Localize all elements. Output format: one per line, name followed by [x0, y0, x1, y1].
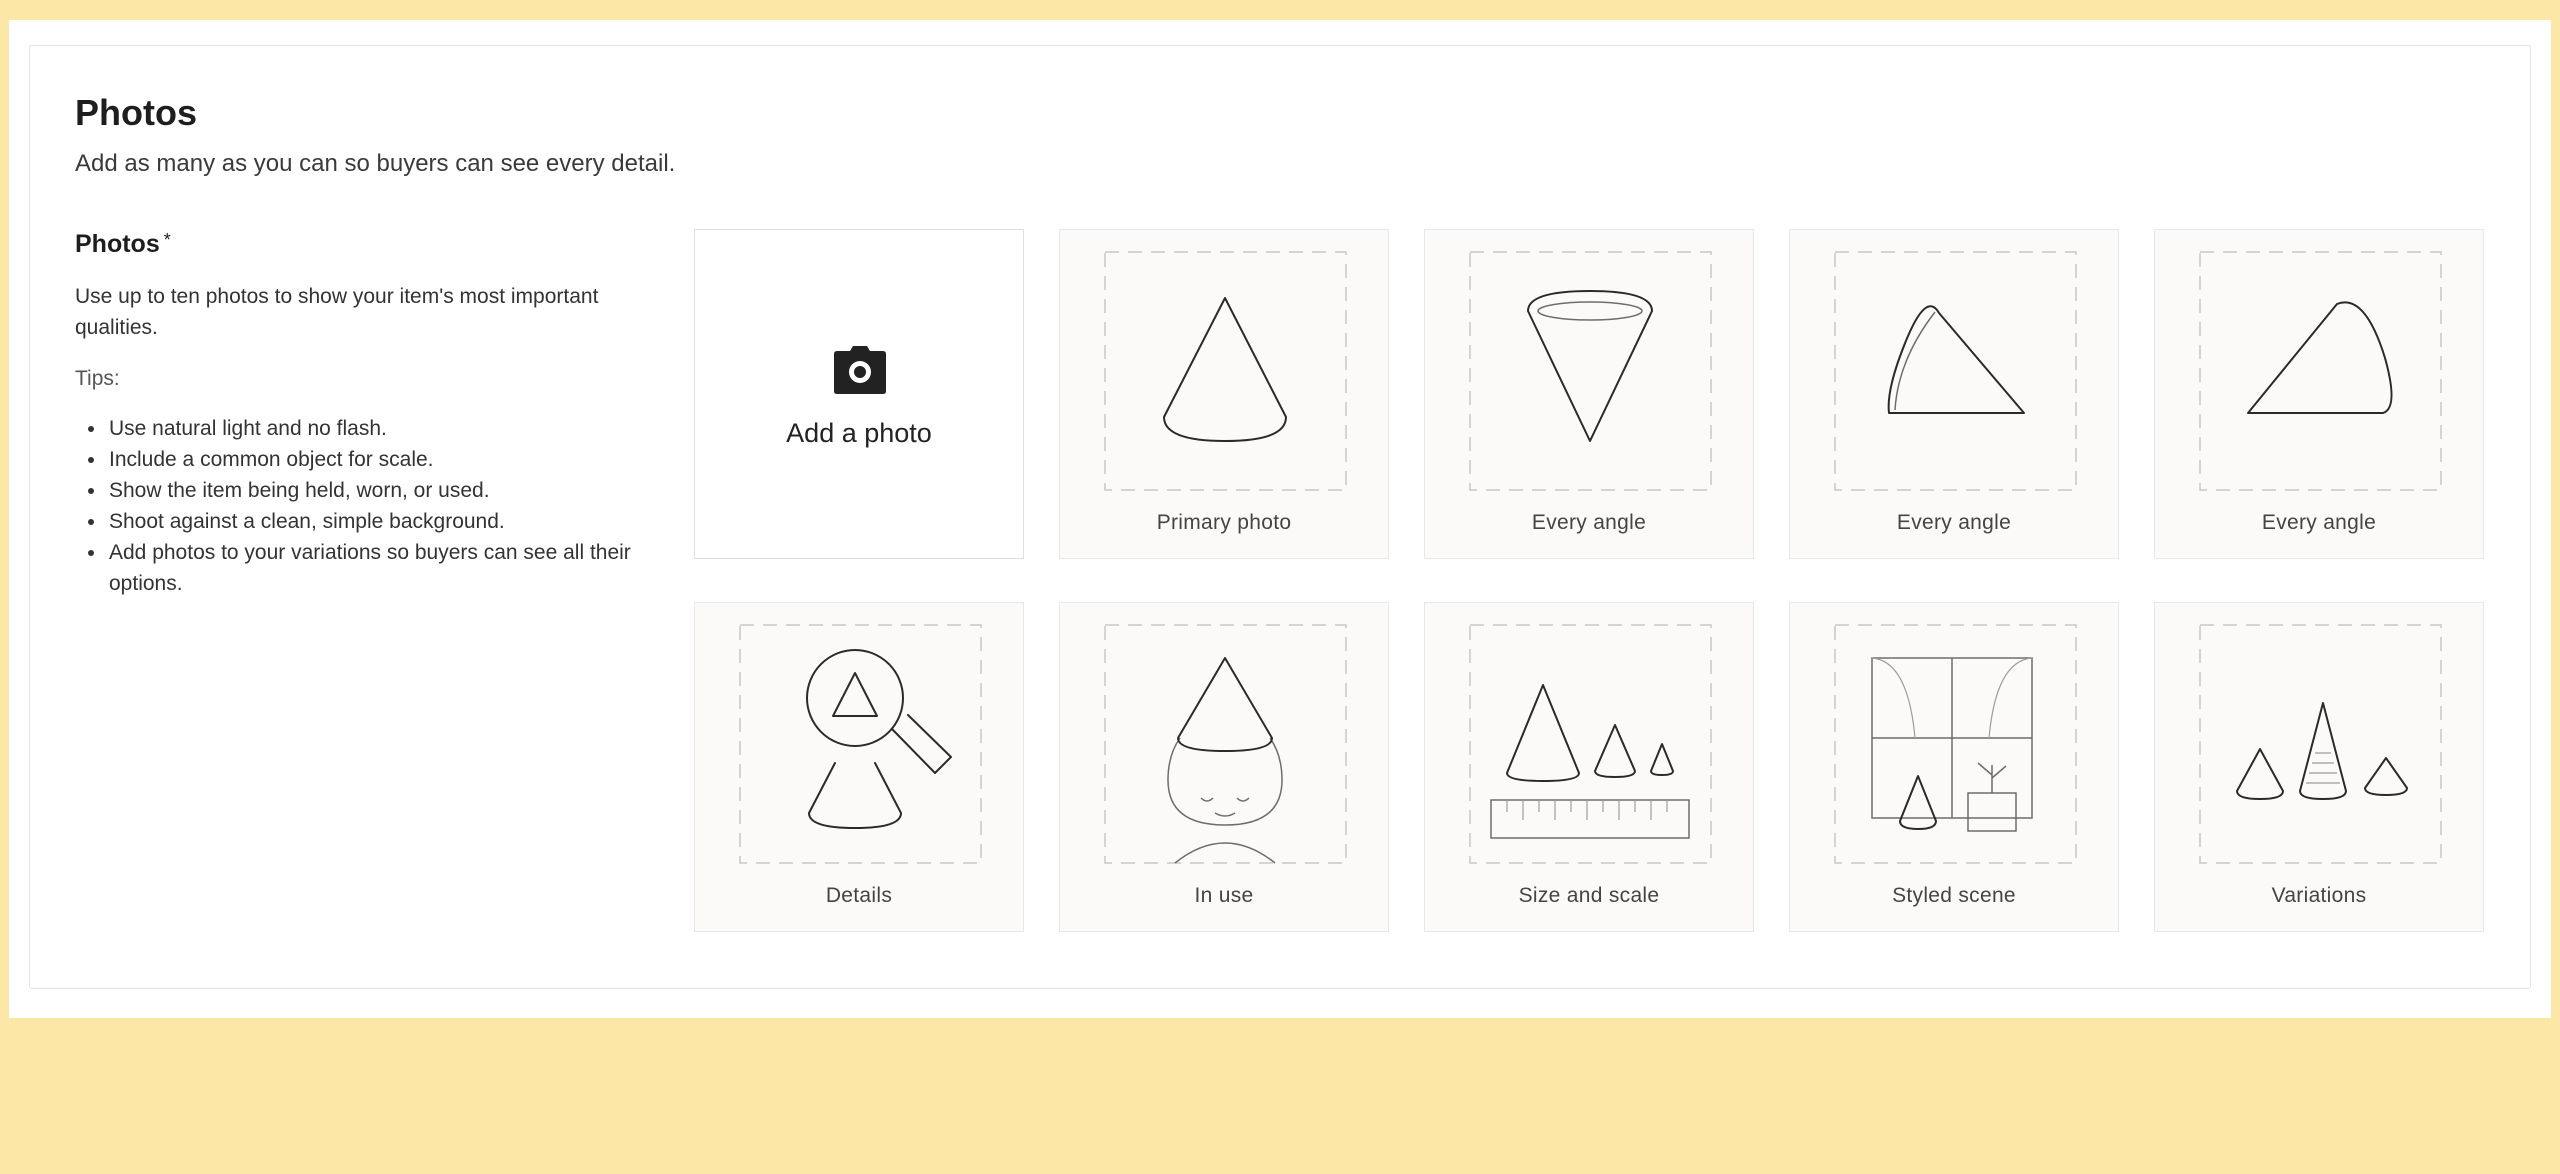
photos-field-label-text: Photos — [75, 230, 160, 258]
photo-slot-every-angle-1[interactable]: Every angle — [1424, 229, 1754, 559]
photo-slot-details[interactable]: Details — [694, 602, 1024, 932]
tip-item: Shoot against a clean, simple background… — [107, 506, 635, 537]
tip-item: Include a common object for scale. — [107, 444, 635, 475]
photo-slot-label: Variations — [2271, 884, 2367, 907]
photo-slot-size-and-scale[interactable]: Size and scale — [1424, 602, 1754, 932]
add-photo-button[interactable]: Add a photo — [694, 229, 1024, 559]
photo-guidelines: Photos * Use up to ten photos to show you… — [75, 230, 635, 599]
photo-slot-label: Every angle — [2261, 511, 2377, 534]
add-photo-label: Add a photo — [786, 418, 932, 448]
photo-slot-label: Every angle — [1896, 511, 2012, 534]
photo-slot-label: Details — [825, 884, 893, 907]
photo-slot-primary[interactable]: Primary photo — [1059, 229, 1389, 559]
tip-item: Show the item being held, worn, or used. — [107, 475, 635, 506]
photo-slot-label: In use — [1194, 884, 1254, 907]
photo-slot-every-angle-3[interactable]: Every angle — [2154, 229, 2484, 559]
tips-list: Use natural light and no flash. Include … — [75, 413, 635, 599]
tip-item: Add photos to your variations so buyers … — [107, 537, 635, 599]
tip-item: Use natural light and no flash. — [107, 413, 635, 444]
photos-field-description: Use up to ten photos to show your item's… — [75, 285, 599, 339]
photo-slot-every-angle-2[interactable]: Every angle — [1789, 229, 2119, 559]
section-subtitle: Add as many as you can so buyers can see… — [75, 150, 676, 177]
required-marker: * — [163, 230, 171, 250]
photo-slot-label: Every angle — [1531, 511, 1647, 534]
camera-icon — [834, 346, 886, 394]
tips-heading: Tips: — [75, 367, 120, 390]
photo-slot-label: Size and scale — [1518, 884, 1660, 907]
photo-slot-label: Primary photo — [1156, 511, 1292, 534]
photo-slot-variations[interactable]: Variations — [2154, 602, 2484, 932]
photo-slot-label: Styled scene — [1892, 884, 2016, 907]
photo-slot-in-use[interactable]: In use — [1059, 602, 1389, 932]
photos-field-label: Photos * — [75, 230, 635, 259]
section-title: Photos — [75, 92, 197, 133]
photo-slot-styled-scene[interactable]: Styled scene — [1789, 602, 2119, 932]
